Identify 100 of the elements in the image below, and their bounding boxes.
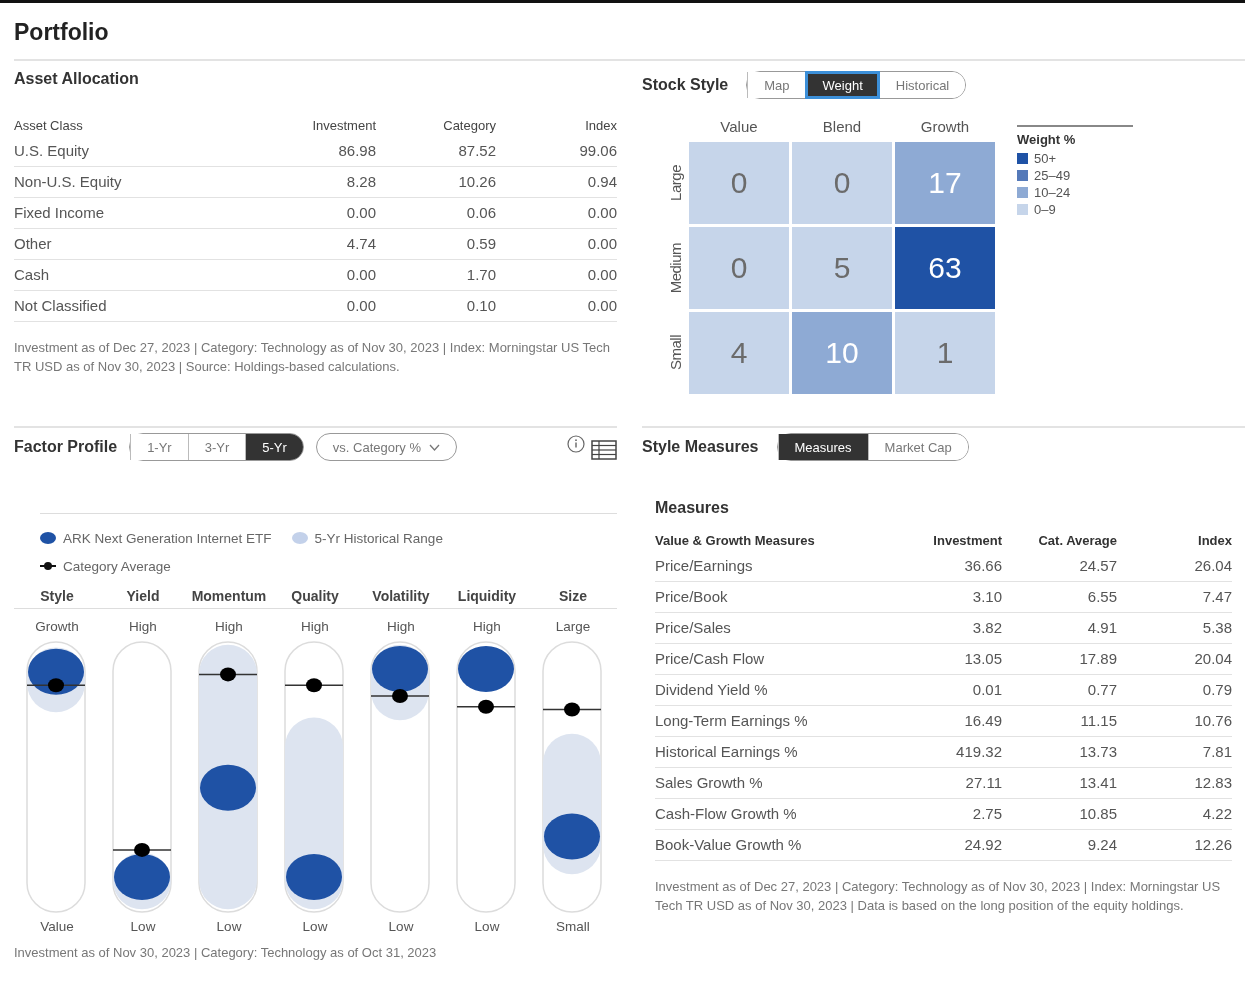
- row-label: Fixed Income: [14, 198, 256, 229]
- legend-label: 50+: [1034, 151, 1057, 166]
- table-icon[interactable]: [591, 440, 617, 460]
- axis-label: High: [215, 618, 243, 636]
- column-header: Category: [442, 117, 496, 135]
- table-cell: 0.10: [376, 291, 496, 322]
- range-dot-icon: [291, 532, 308, 544]
- style-box-cell: 1: [895, 312, 995, 394]
- factor-heading: Momentum: [191, 588, 267, 604]
- info-icon[interactable]: [567, 435, 585, 453]
- row-label: Price/Sales: [655, 613, 877, 644]
- row-label: Non-U.S. Equity: [14, 167, 256, 198]
- table-cell: 99.06: [496, 136, 617, 167]
- section-title: Factor Profile: [14, 438, 118, 456]
- axis-label: Growth: [35, 618, 79, 636]
- table-cell: 3.10: [877, 582, 1002, 613]
- style-box-cell: 0: [792, 142, 892, 224]
- table-cell: 13.73: [1002, 737, 1117, 768]
- row-label: Price/Cash Flow: [655, 644, 877, 675]
- table-cell: 0.00: [496, 291, 617, 322]
- section-title: Stock Style: [642, 76, 729, 94]
- fund-dot-icon: [40, 532, 56, 544]
- legend-label: ARK Next Generation Internet ETF: [63, 530, 272, 546]
- style-box-cell: 0: [689, 142, 789, 224]
- table-cell: 10.85: [1002, 799, 1117, 830]
- row-label: Price/Earnings: [655, 551, 877, 582]
- table-cell: 24.57: [1002, 551, 1117, 582]
- row-label: Small: [666, 335, 684, 371]
- table-cell: 27.11: [877, 768, 1002, 799]
- column-header: Asset Class: [14, 117, 84, 135]
- table-cell: 86.98: [256, 136, 376, 167]
- row-label: U.S. Equity: [14, 136, 256, 167]
- axis-label: Value: [40, 918, 74, 936]
- segment-tab[interactable]: Market Cap: [867, 434, 968, 460]
- column-header: Index: [584, 117, 617, 135]
- column-label: Blend: [821, 117, 863, 135]
- section-title: Style Measures: [642, 438, 759, 456]
- row-label: Not Classified: [14, 291, 256, 322]
- table-cell: 8.28: [256, 167, 376, 198]
- axis-label: Low: [216, 918, 242, 936]
- row-label: Dividend Yield %: [655, 675, 877, 706]
- table-cell: 1.70: [376, 260, 496, 291]
- style-box-cell: 17: [895, 142, 995, 224]
- column-header: Index: [1197, 532, 1232, 550]
- axis-label: High: [301, 618, 329, 636]
- table-cell: 0.77: [1002, 675, 1117, 706]
- table-cell: 20.04: [1117, 644, 1232, 675]
- row-label: Large: [666, 165, 684, 201]
- table-cell: 26.04: [1117, 551, 1232, 582]
- column-header: Value & Growth Measures: [655, 532, 816, 550]
- row-label: Historical Earnings %: [655, 737, 877, 768]
- footnote: Investment as of Dec 27, 2023 | Category: Technology as of Nov 30, 2023 | Index: Morningstar US Tech TR USD as of Nov 30, 2023 | Data is based on the long position of the equity holdings.: [655, 878, 1222, 915]
- table-cell: 0.00: [256, 198, 376, 229]
- table-cell: 12.83: [1117, 768, 1232, 799]
- table-cell: 0.59: [376, 229, 496, 260]
- table-cell: 3.82: [877, 613, 1002, 644]
- table-cell: 13.05: [877, 644, 1002, 675]
- chevron-down-icon: [429, 443, 440, 451]
- segment-tab[interactable]: 5-Yr: [245, 434, 303, 460]
- row-label: Cash-Flow Growth %: [655, 799, 877, 830]
- style-box-cell: 0: [689, 227, 789, 309]
- table-cell: 5.38: [1117, 613, 1232, 644]
- section-title: Asset Allocation: [14, 70, 140, 88]
- axis-label: Low: [474, 918, 500, 936]
- row-label: Sales Growth %: [655, 768, 877, 799]
- axis-label: Low: [302, 918, 328, 936]
- table-cell: 0.00: [496, 198, 617, 229]
- axis-label: Low: [130, 918, 156, 936]
- legend-label: Category Average: [63, 558, 171, 574]
- table-cell: 0.00: [256, 260, 376, 291]
- table-cell: 0.00: [256, 291, 376, 322]
- table-cell: 16.49: [877, 706, 1002, 737]
- legend-label: 10–24: [1034, 185, 1071, 200]
- table-cell: 7.47: [1117, 582, 1232, 613]
- legend-label: 5-Yr Historical Range: [314, 530, 443, 546]
- factor-heading: Quality: [291, 588, 339, 604]
- segment-tab[interactable]: Measures: [777, 434, 868, 460]
- table-cell: 0.79: [1117, 675, 1232, 706]
- table-cell: 0.01: [877, 675, 1002, 706]
- table-cell: 17.89: [1002, 644, 1117, 675]
- table-cell: 4.74: [256, 229, 376, 260]
- style-box-cell: 10: [792, 312, 892, 394]
- row-label: Book-Value Growth %: [655, 830, 877, 861]
- segment-tab[interactable]: Weight: [805, 72, 879, 98]
- table-cell: 6.55: [1002, 582, 1117, 613]
- table-cell: 10.76: [1117, 706, 1232, 737]
- factor-heading: Style: [40, 588, 74, 604]
- table-cell: 10.26: [376, 167, 496, 198]
- factor-heading: Volatility: [372, 588, 430, 604]
- axis-label: Low: [388, 918, 414, 936]
- column-label: Growth: [919, 117, 971, 135]
- footnote: Investment as of Dec 27, 2023 | Category: Technology as of Nov 30, 2023 | Index: Morningstar US Tech TR USD as of Nov 30, 2023 | Source: Holdings-based calculations.: [14, 339, 611, 376]
- table-cell: 0.06: [376, 198, 496, 229]
- style-box-cell: 63: [895, 227, 995, 309]
- category-line-icon: [40, 562, 56, 570]
- axis-label: Small: [556, 918, 590, 936]
- table-cell: 7.81: [1117, 737, 1232, 768]
- compare-dropdown[interactable]: vs. Category %: [315, 433, 457, 461]
- table-cell: 0.94: [496, 167, 617, 198]
- table-cell: 9.24: [1002, 830, 1117, 861]
